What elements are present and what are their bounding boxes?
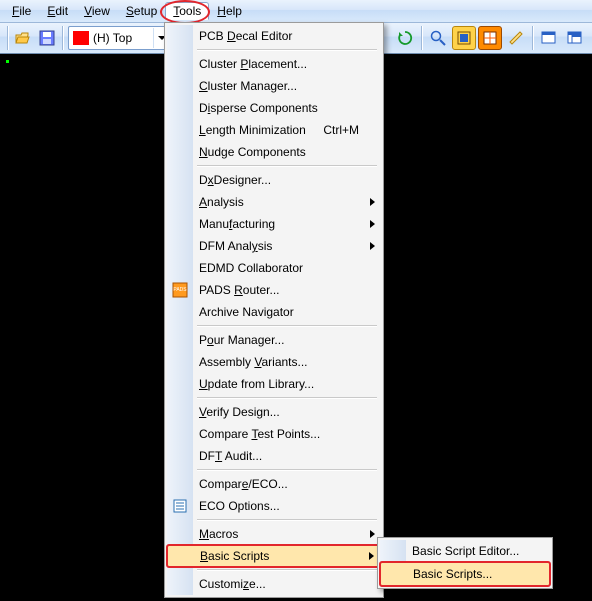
menu-dft-audit[interactable]: DFT Audit... (167, 445, 381, 467)
menu-length-minimization[interactable]: Length MinimizationCtrl+M (167, 119, 381, 141)
view-board-icon[interactable] (452, 26, 476, 50)
menu-pour-manager[interactable]: Pour Manager... (167, 329, 381, 351)
menu-update-from-library[interactable]: Update from Library... (167, 373, 381, 395)
menu-archive-navigator[interactable]: Archive Navigator (167, 301, 381, 323)
layer-selector[interactable]: (H) Top (68, 26, 170, 50)
eco-options-icon (171, 497, 189, 515)
menu-compare-test-points[interactable]: Compare Test Points... (167, 423, 381, 445)
menu-help[interactable]: Help (209, 2, 250, 20)
menu-nudge-components[interactable]: Nudge Components (167, 141, 381, 163)
view-extents-icon[interactable] (478, 26, 502, 50)
toolbar-separator (60, 26, 65, 50)
menu-assembly-variants[interactable]: Assembly Variants... (167, 351, 381, 373)
menu-file[interactable]: File (4, 2, 39, 20)
save-icon[interactable] (36, 27, 58, 49)
menu-cluster-manager[interactable]: Cluster Manager... (167, 75, 381, 97)
menu-compare-eco[interactable]: Compare/ECO... (167, 473, 381, 495)
toolbar-separator (530, 26, 535, 50)
menu-dxdesigner[interactable]: DxDesigner... (167, 169, 381, 191)
shortcut-label: Ctrl+M (323, 123, 359, 137)
submenu-arrow-icon (369, 552, 374, 560)
submenu-arrow-icon (370, 198, 375, 206)
toolbar-separator (419, 26, 424, 50)
menu-bar: File Edit View Setup Tools Help (0, 0, 592, 23)
menu-view[interactable]: View (76, 2, 118, 20)
menu-verify-design[interactable]: Verify Design... (167, 401, 381, 423)
zoom-icon[interactable] (426, 26, 450, 50)
layer-color-swatch (73, 31, 89, 45)
refresh-icon[interactable] (393, 26, 417, 50)
window1-icon[interactable] (537, 26, 561, 50)
menu-cluster-placement[interactable]: Cluster Placement... (167, 53, 381, 75)
menu-basic-scripts[interactable]: Basic Scripts (167, 545, 381, 567)
window2-icon[interactable] (563, 26, 587, 50)
open-icon[interactable] (12, 27, 34, 49)
menu-analysis[interactable]: Analysis (167, 191, 381, 213)
submenu-basic-scripts[interactable]: Basic Scripts... (380, 562, 550, 586)
tools-menu: PCB Decal Editor Cluster Placement... Cl… (164, 22, 384, 598)
submenu-arrow-icon (370, 530, 375, 538)
toolbar-grip (5, 26, 10, 50)
submenu-basic-script-editor[interactable]: Basic Script Editor... (380, 540, 550, 562)
basic-scripts-submenu: Basic Script Editor... Basic Scripts... (377, 537, 553, 589)
menu-dfm-analysis[interactable]: DFM Analysis (167, 235, 381, 257)
origin-marker (6, 60, 9, 63)
layer-name: (H) Top (93, 31, 153, 45)
submenu-arrow-icon (370, 220, 375, 228)
menu-edit[interactable]: Edit (39, 2, 76, 20)
submenu-arrow-icon (370, 242, 375, 250)
menu-eco-options[interactable]: ECO Options... (167, 495, 381, 517)
menu-macros[interactable]: Macros (167, 523, 381, 545)
menu-pcb-decal-editor[interactable]: PCB Decal Editor (167, 25, 381, 47)
menu-customize[interactable]: Customize... (167, 573, 381, 595)
menu-pads-router[interactable]: PADS PADS Router... (167, 279, 381, 301)
menu-disperse-components[interactable]: Disperse Components (167, 97, 381, 119)
redraw-icon[interactable] (504, 26, 528, 50)
pads-router-icon: PADS (171, 281, 189, 299)
svg-text:PADS: PADS (173, 287, 187, 293)
menu-edmd-collaborator[interactable]: EDMD Collaborator (167, 257, 381, 279)
menu-manufacturing[interactable]: Manufacturing (167, 213, 381, 235)
menu-tools[interactable]: Tools (165, 2, 209, 20)
menu-setup[interactable]: Setup (118, 2, 165, 20)
